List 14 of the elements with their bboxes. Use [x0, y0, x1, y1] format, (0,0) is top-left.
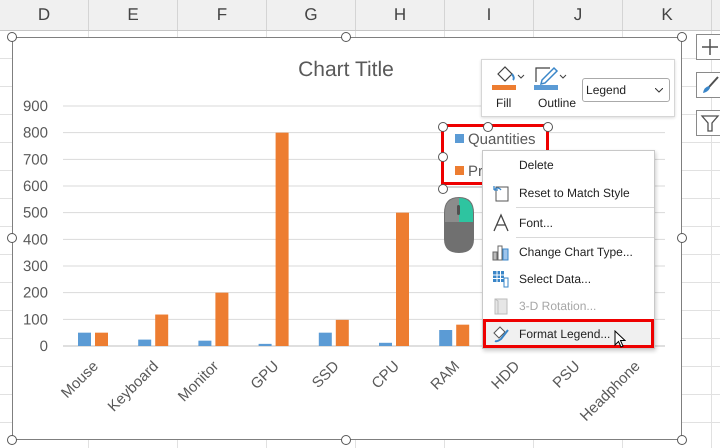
axis-label: 0 — [40, 338, 48, 355]
axis-label: 500 — [22, 204, 48, 222]
axis-label: 900 — [22, 98, 48, 115]
legend-label: Pr — [468, 163, 483, 180]
axis-label: 800 — [22, 124, 48, 142]
axis-label: 600 — [22, 178, 48, 195]
chart-title: Chart Title — [298, 58, 394, 81]
axis-label: SSD — [308, 358, 343, 392]
axis-label: 200 — [22, 284, 48, 302]
axis-label: 700 — [22, 151, 48, 168]
axis-label: 400 — [22, 231, 48, 248]
axis-label: 100 — [22, 311, 48, 328]
axis-label: 300 — [22, 258, 48, 275]
legend-label: Quantities — [468, 131, 536, 148]
